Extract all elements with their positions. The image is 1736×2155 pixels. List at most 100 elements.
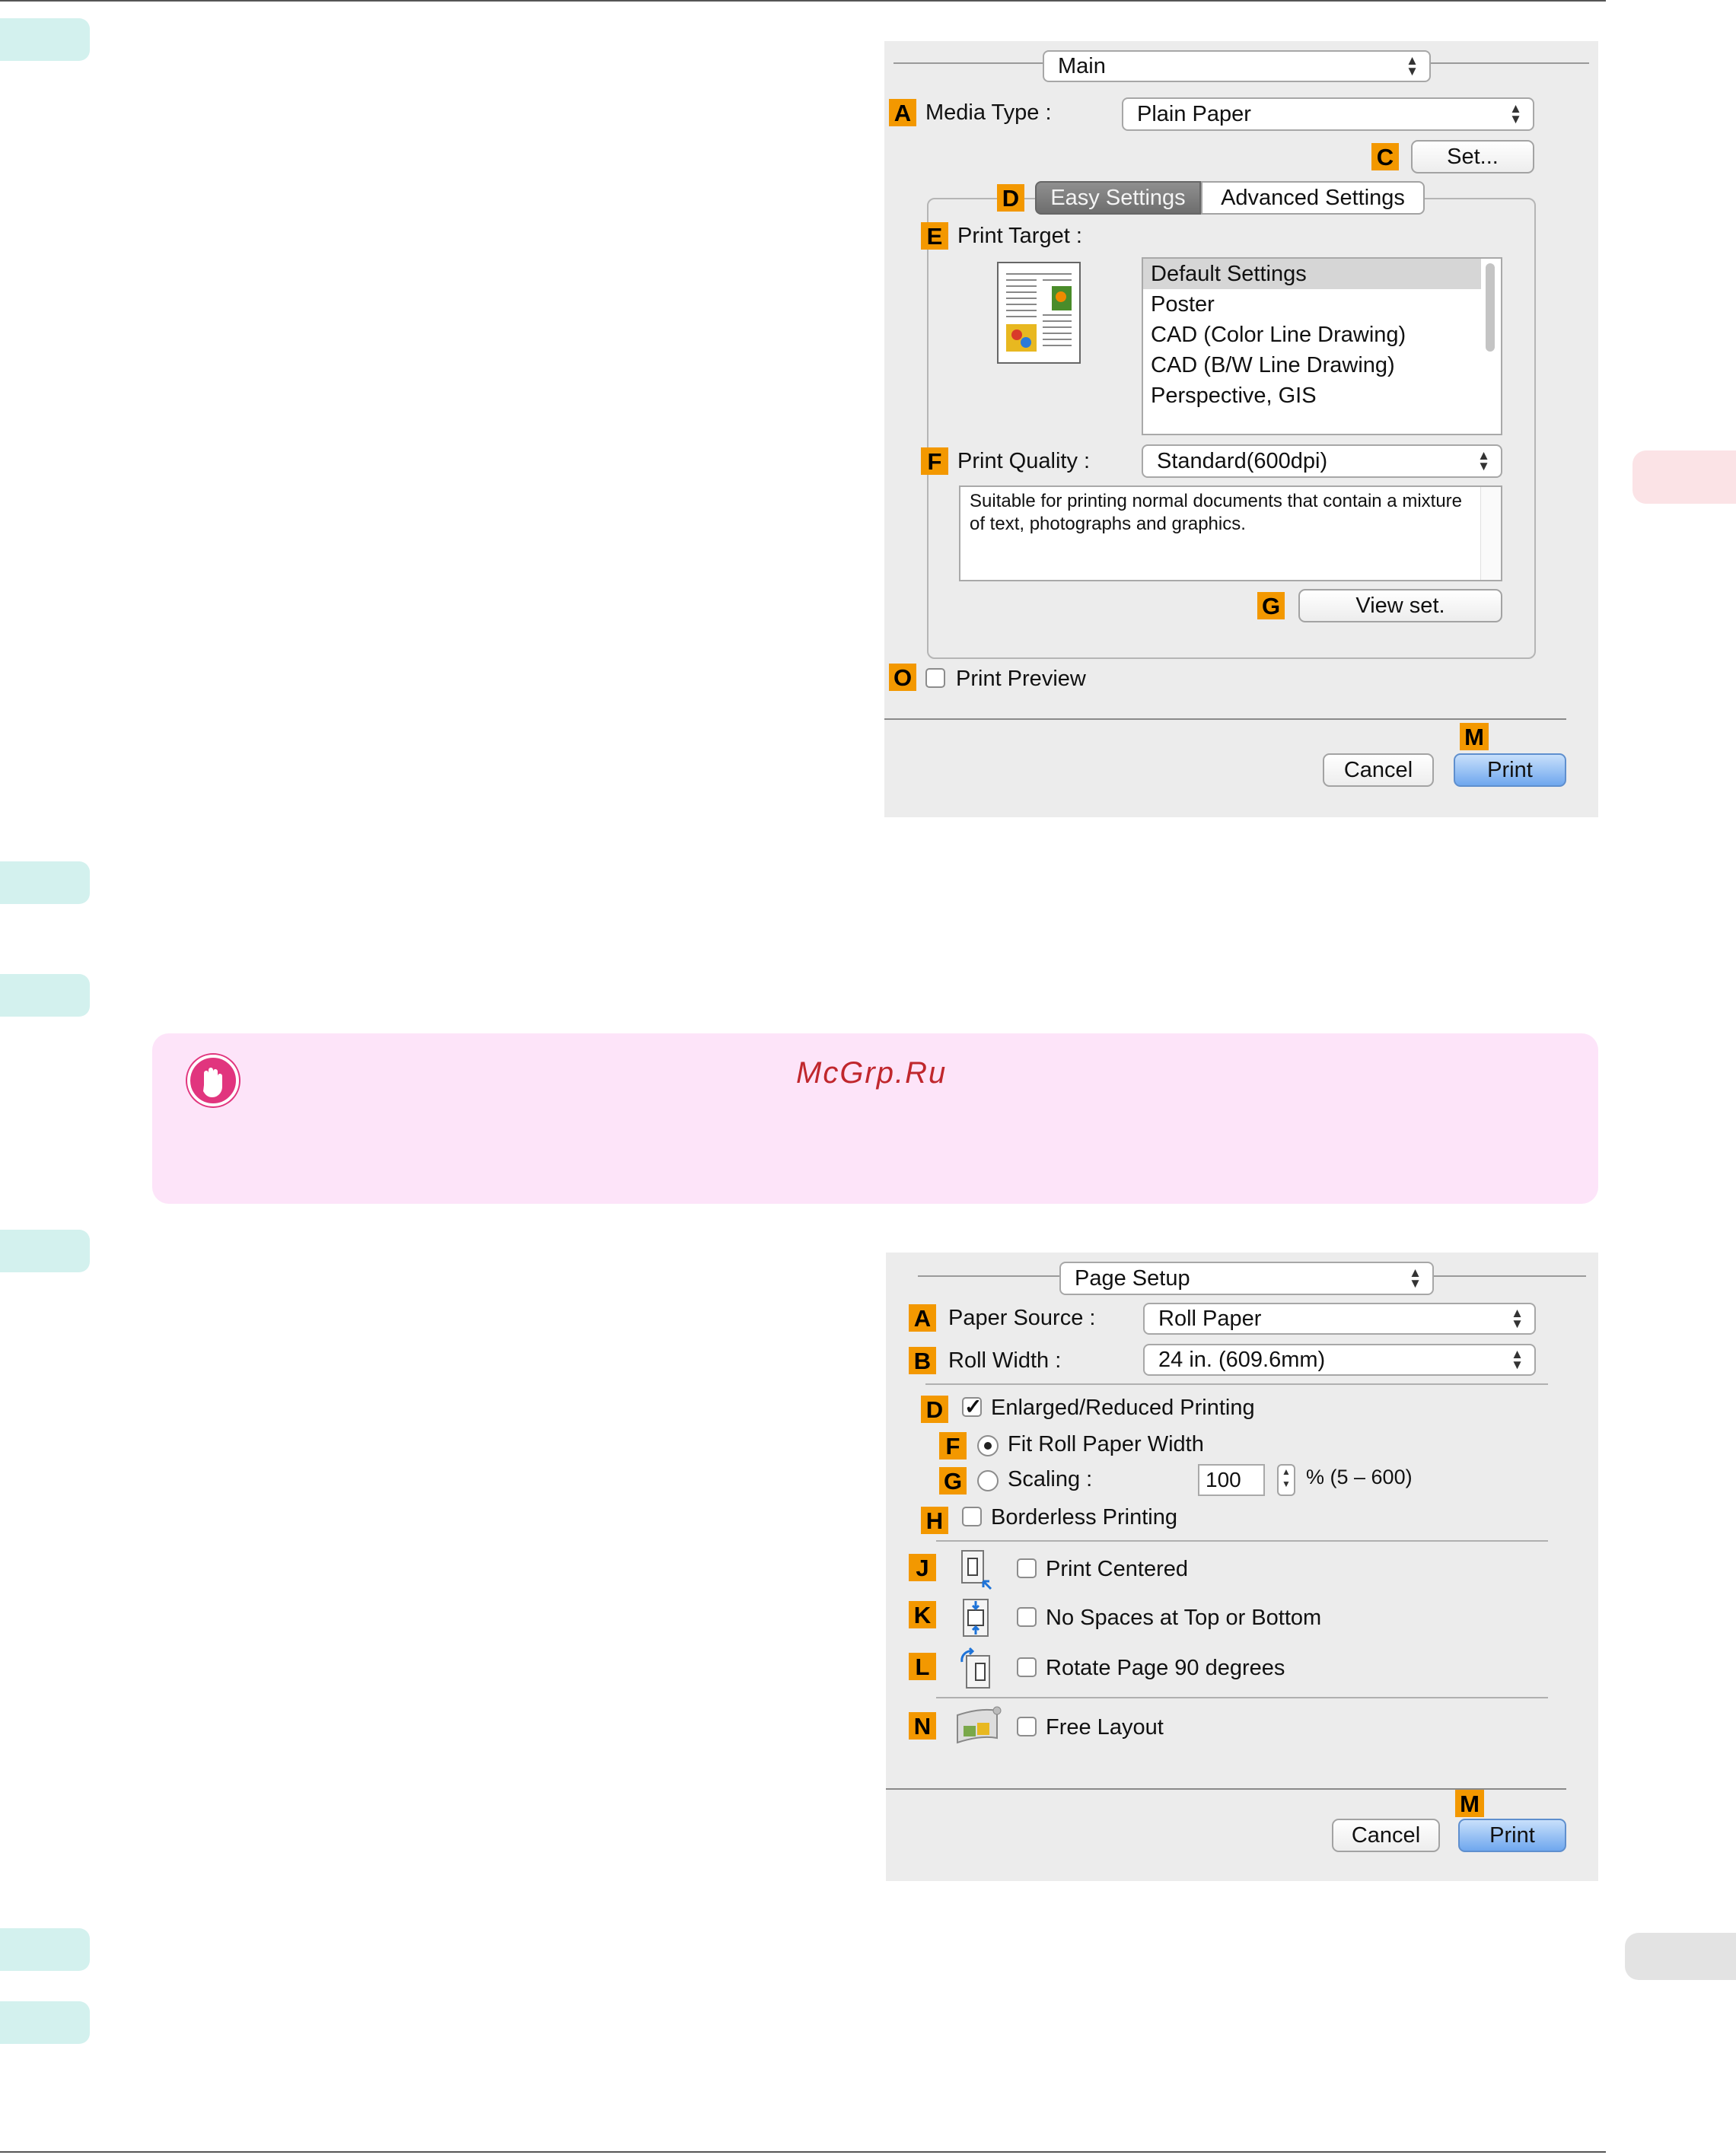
scaling-range-label: % (5 – 600) [1306,1466,1413,1488]
free-layout-label: Free Layout [1046,1715,1164,1740]
document-preview-thumbnail [997,262,1081,364]
paper-source-label: Paper Source : [948,1306,1096,1330]
scaling-stepper[interactable]: ▲ ▼ [1277,1464,1295,1496]
fit-roll-width-radio[interactable] [977,1435,999,1456]
print-quality-value: Standard(600dpi) [1157,448,1328,473]
step-marker [0,1230,90,1272]
top-rule [0,0,1606,2]
chapter-tab [1632,450,1736,504]
roll-width-value: 24 in. (609.6mm) [1158,1347,1326,1372]
list-item[interactable]: CAD (B/W Line Drawing) [1143,350,1481,380]
print-button[interactable]: Print [1454,753,1566,787]
popup-arrows-icon: ▲ ▼ [1409,1265,1422,1291]
view-settings-button[interactable]: View set. [1298,589,1502,622]
badge-j: J [909,1554,936,1581]
print-centered-label: Print Centered [1046,1557,1188,1581]
popup-arrows-icon: ▲ ▼ [1509,101,1522,126]
separator [893,62,1043,64]
no-spaces-checkbox[interactable] [1017,1607,1037,1627]
section-popup[interactable]: Page Setup ▲ ▼ [1059,1262,1434,1295]
badge-l: L [909,1653,936,1680]
step-marker [0,2001,90,2044]
popup-arrows-icon: ▲ ▼ [1511,1347,1524,1372]
paper-source-select[interactable]: Roll Paper ▲ ▼ [1143,1303,1536,1335]
separator [918,1275,1059,1277]
badge-a: A [889,99,916,126]
free-layout-checkbox[interactable] [1017,1717,1037,1736]
document-thumbnail-icon [1006,273,1072,352]
set-button[interactable]: Set... [1411,140,1534,173]
list-item[interactable]: Perspective, GIS [1143,380,1481,411]
badge-f: F [939,1432,967,1459]
badge-g: G [939,1467,967,1494]
cancel-button[interactable]: Cancel [1323,753,1434,787]
print-dialog-page-setup: Page Setup ▲ ▼ A Paper Source : Roll Pape… [886,1253,1598,1881]
print-button[interactable]: Print [1458,1819,1566,1852]
badge-m: M [1455,1790,1484,1817]
media-type-select[interactable]: Plain Paper ▲ ▼ [1122,97,1534,131]
list-scrollbar[interactable] [1486,263,1495,352]
section-popup-label: Main [1058,53,1106,78]
borderless-checkbox[interactable] [962,1507,982,1526]
print-dialog-main: Main ▲ ▼ A Media Type : Plain Paper ▲ ▼ C … [884,41,1598,817]
section-popup-label: Page Setup [1075,1265,1190,1291]
list-item[interactable]: Poster [1143,289,1481,320]
tab-easy-settings[interactable]: Easy Settings [1035,181,1201,215]
badge-a: A [909,1304,936,1332]
media-type-label: Media Type : [925,100,1052,125]
scaling-label: Scaling : [1008,1467,1093,1491]
description-scrollbar [1480,487,1501,580]
popup-arrows-icon: ▲ ▼ [1406,53,1419,78]
no-spaces-icon [957,1596,995,1641]
separator [884,718,1566,720]
print-target-label: Print Target : [957,224,1082,248]
borderless-label: Borderless Printing [991,1505,1177,1530]
scaling-radio[interactable] [977,1470,999,1491]
step-marker [0,861,90,904]
media-type-value: Plain Paper [1137,101,1251,126]
no-spaces-label: No Spaces at Top or Bottom [1046,1606,1322,1630]
print-quality-select[interactable]: Standard(600dpi) ▲ ▼ [1142,444,1502,478]
free-layout-icon [950,1700,1003,1753]
badge-d: D [921,1396,948,1423]
quality-description-text: Suitable for printing normal documents t… [970,491,1463,534]
badge-g: G [1257,592,1285,619]
badge-c: C [1371,143,1399,170]
enlarged-reduced-label: Enlarged/Reduced Printing [991,1396,1255,1420]
badge-b: B [909,1347,936,1374]
print-quality-label: Print Quality : [957,449,1091,473]
list-item[interactable]: Default Settings [1143,259,1481,289]
print-preview-checkbox[interactable] [925,668,945,688]
rotate-page-label: Rotate Page 90 degrees [1046,1656,1285,1680]
popup-arrows-icon: ▲ ▼ [1511,1306,1524,1331]
quality-description: Suitable for printing normal documents t… [959,485,1502,581]
badge-k: K [909,1601,936,1628]
badge-o: O [889,664,916,691]
rotate-page-icon [957,1645,995,1691]
badge-d: D [997,184,1024,212]
tab-advanced-settings[interactable]: Advanced Settings [1201,181,1425,215]
print-centered-checkbox[interactable] [1017,1558,1037,1578]
badge-e: E [921,222,948,250]
print-target-list[interactable]: Default Settings Poster CAD (Color Line … [1142,257,1502,435]
roll-width-select[interactable]: 24 in. (609.6mm) ▲ ▼ [1143,1344,1536,1376]
separator [1431,62,1589,64]
section-popup[interactable]: Main ▲ ▼ [1043,50,1431,82]
step-marker [0,18,90,61]
separator [936,1540,1548,1542]
popup-arrows-icon: ▲ ▼ [1477,448,1490,473]
list-item[interactable]: CAD (Color Line Drawing) [1143,320,1481,350]
separator [936,1697,1548,1698]
rotate-page-checkbox[interactable] [1017,1657,1037,1677]
badge-f: F [921,447,948,475]
roll-width-label: Roll Width : [948,1348,1062,1373]
step-marker [0,1928,90,1971]
scaling-input[interactable]: 100 [1198,1464,1265,1496]
enlarged-reduced-checkbox[interactable] [962,1394,982,1419]
cancel-button[interactable]: Cancel [1332,1819,1440,1852]
badge-m: M [1460,723,1489,750]
chapter-tab [1625,1933,1736,1980]
separator [1434,1275,1586,1277]
page-centered-icon [957,1548,995,1592]
badge-h: H [921,1507,948,1534]
